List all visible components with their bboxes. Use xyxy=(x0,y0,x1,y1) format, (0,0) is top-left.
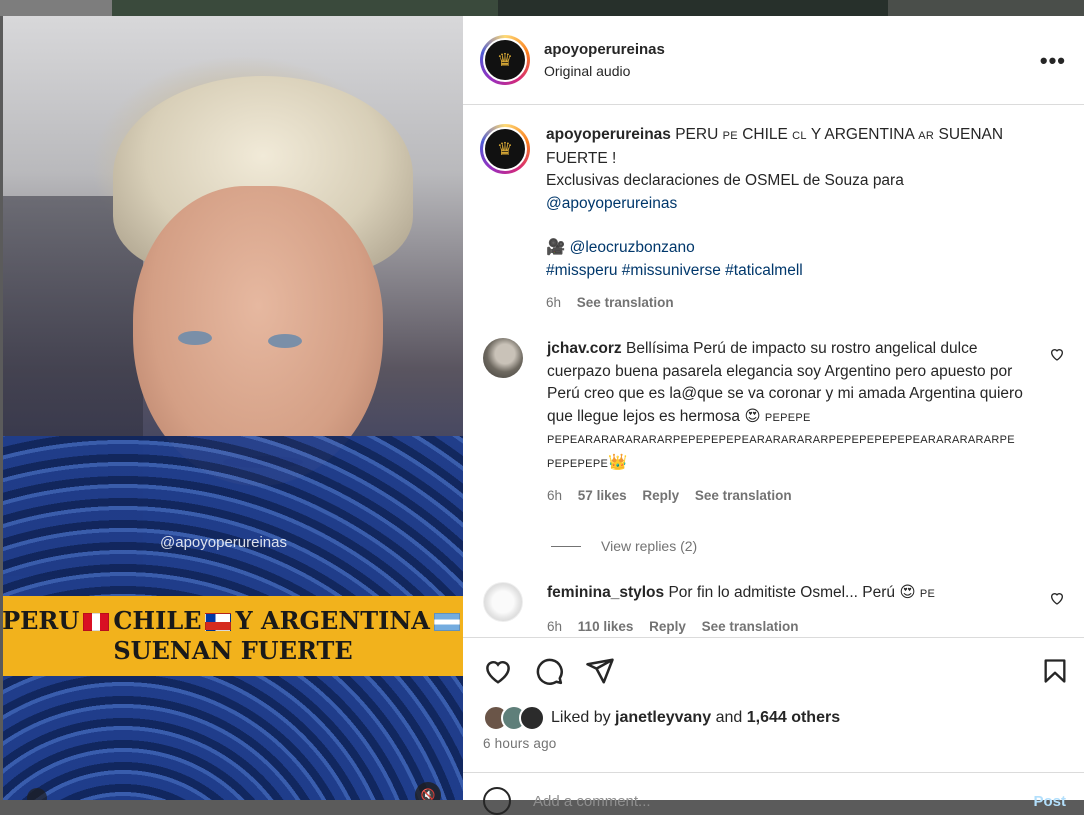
likes-count[interactable]: 1,644 others xyxy=(747,709,840,727)
see-translation-button[interactable]: See translation xyxy=(577,295,674,310)
heart-eyes-emoji: 😍 xyxy=(744,407,761,425)
crown-emoji: 👑 xyxy=(608,453,628,471)
video-watermark: @apoyoperureinas xyxy=(160,534,287,551)
chile-flag-icon xyxy=(205,613,232,631)
caption-time[interactable]: 6h xyxy=(546,295,561,310)
comment-username[interactable]: feminina_stylos xyxy=(547,584,664,601)
comment-likes[interactable]: 110 likes xyxy=(578,619,634,634)
comments-scroll[interactable]: ♛ apoyoperureinas PERU PE CHILE CL Y ARG… xyxy=(463,106,1084,636)
comment-username[interactable]: jchav.corz xyxy=(547,340,622,357)
post-caption: ♛ apoyoperureinas PERU PE CHILE CL Y ARG… xyxy=(480,124,1060,315)
heart-eyes-emoji: 😍 xyxy=(899,584,916,601)
liker-username[interactable]: janetleyvany xyxy=(615,709,711,727)
comment-time[interactable]: 6h xyxy=(547,619,562,634)
comment-icon[interactable] xyxy=(534,656,564,686)
comment-heart-icon[interactable] xyxy=(1049,590,1065,606)
background-strip xyxy=(0,0,1084,16)
mention-link[interactable]: @apoyoperureinas xyxy=(546,193,1036,216)
crown-icon: ♛ xyxy=(483,38,527,82)
post-button[interactable]: Post xyxy=(1033,793,1066,810)
bookmark-icon[interactable] xyxy=(1041,656,1069,686)
comment-item: jchav.corz Bellísima Perú de impacto su … xyxy=(483,338,1065,508)
post-header: ♛ apoyoperureinas Original audio ••• xyxy=(463,16,1084,105)
camera-icon: 🎥 xyxy=(546,239,566,256)
view-replies-button[interactable]: View replies (2) xyxy=(551,538,697,554)
emoji-icon[interactable] xyxy=(483,787,511,815)
post-side-panel: ♛ apoyoperureinas Original audio ••• ♛ a… xyxy=(463,16,1084,815)
avatar[interactable] xyxy=(483,582,523,622)
comment-input[interactable]: Add a comment... xyxy=(533,793,651,810)
see-translation-button[interactable]: See translation xyxy=(695,488,792,503)
peru-flag-icon: PE xyxy=(722,130,738,142)
peru-flag-icon: PE xyxy=(919,588,936,600)
comment-item: feminina_stylos Por fin lo admitiste Osm… xyxy=(483,582,1065,636)
post-actions: Liked by janetleyvany and 1,644 others 6… xyxy=(463,637,1084,815)
author-avatar[interactable]: ♛ xyxy=(480,35,530,85)
mention-link[interactable]: @leocruzbonzano xyxy=(570,239,695,256)
avatar[interactable] xyxy=(483,338,523,378)
share-icon[interactable] xyxy=(585,656,615,686)
chile-flag-icon: CL xyxy=(792,130,807,142)
heart-icon[interactable] xyxy=(483,656,513,686)
see-translation-button[interactable]: See translation xyxy=(702,619,799,634)
comment-heart-icon[interactable] xyxy=(1049,346,1065,362)
liker-avatars[interactable] xyxy=(483,705,545,731)
comment-time[interactable]: 6h xyxy=(547,488,562,503)
author-username[interactable]: apoyoperureinas xyxy=(544,41,665,58)
caption-username[interactable]: apoyoperureinas xyxy=(546,126,671,143)
caption-avatar[interactable]: ♛ xyxy=(480,124,530,174)
add-comment-bar: Add a comment... Post xyxy=(463,772,1084,815)
post-modal: @apoyoperureinas PERU CHILE Y ARGENTINA SU… xyxy=(3,16,1084,815)
crown-icon: ♛ xyxy=(483,127,527,171)
hashtags[interactable]: #missperu #missuniverse #taticalmell xyxy=(546,260,1036,283)
audio-label[interactable]: Original audio xyxy=(544,63,665,79)
post-time[interactable]: 6 hours ago xyxy=(483,736,557,751)
argentina-flag-icon xyxy=(433,613,460,631)
liked-by: Liked by janetleyvany and 1,644 others xyxy=(483,705,840,731)
reply-button[interactable]: Reply xyxy=(642,488,679,503)
comment-likes[interactable]: 57 likes xyxy=(578,488,627,503)
argentina-flag-icon: AR xyxy=(918,130,935,142)
peru-flag-icon xyxy=(83,613,110,631)
video-banner: PERU CHILE Y ARGENTINA SUENAN FUERTE xyxy=(3,596,463,676)
more-options-icon[interactable]: ••• xyxy=(1040,48,1066,74)
post-video[interactable]: @apoyoperureinas PERU CHILE Y ARGENTINA SU… xyxy=(3,16,463,800)
reply-button[interactable]: Reply xyxy=(649,619,686,634)
